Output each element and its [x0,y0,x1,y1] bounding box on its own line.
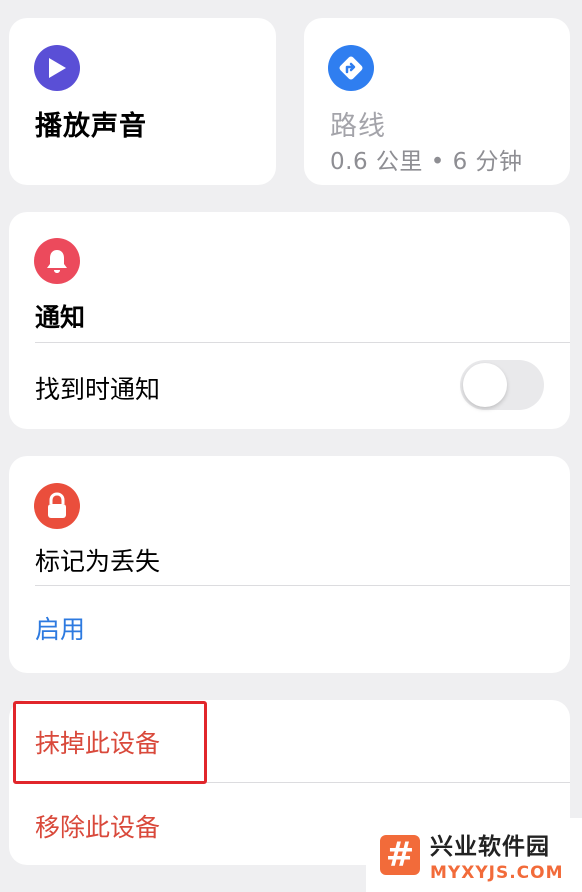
play-sound-label: 播放声音 [35,111,147,142]
lost-mode-title: 标记为丢失 [35,547,161,576]
notify-when-found-toggle[interactable] [460,360,544,410]
lock-icon [34,483,80,529]
play-sound-card[interactable]: 播放声音 [9,18,276,185]
watermark: # 兴业软件园 MYXYJS.COM [366,818,582,892]
notify-when-found-label: 找到时通知 [35,375,161,404]
divider [35,585,570,586]
enable-lost-mode-button[interactable]: 启用 [35,610,85,646]
find-my-device-screen: 播放声音 路线 0.6 公里 • 6 分钟 通知 找到时通知 标记为丢失 启用 … [0,0,582,892]
watermark-name: 兴业软件园 [430,834,550,860]
highlight-box [13,701,207,784]
lost-mode-card: 标记为丢失 启用 [9,456,570,673]
route-card[interactable]: 路线 0.6 公里 • 6 分钟 [304,18,570,185]
play-icon [34,45,80,91]
notifications-title: 通知 [35,303,86,332]
watermark-text: 兴业软件园 MYXYJS.COM [430,827,564,883]
hash-logo-icon: # [380,835,420,875]
remove-device-button[interactable]: 移除此设备 [35,808,160,844]
notifications-card: 通知 找到时通知 [9,212,570,429]
watermark-url: MYXYJS.COM [430,863,564,883]
bell-icon [34,238,80,284]
route-detail: 0.6 公里 • 6 分钟 [330,149,523,175]
toggle-knob [463,363,507,407]
divider [35,342,570,343]
directions-icon [328,45,374,91]
route-label: 路线 [330,111,386,142]
